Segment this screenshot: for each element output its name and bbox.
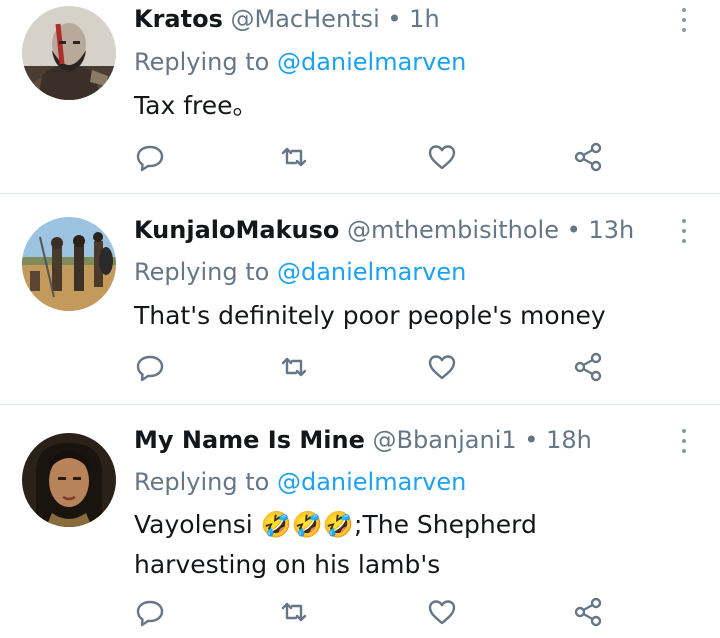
action-bar [0, 349, 720, 389]
mention-link[interactable]: @danielmarven [277, 258, 466, 286]
share-button[interactable] [570, 349, 606, 385]
reply-icon [136, 145, 164, 172]
separator-dot: • [387, 5, 402, 33]
tweet-header: KunjaloMakuso @mthembisithole • 13h [134, 215, 634, 245]
separator-dot: • [566, 216, 581, 244]
timestamp[interactable]: 18h [546, 426, 592, 454]
reply-feed: Kratos @MacHentsi • 1h Replying to @dani… [0, 0, 720, 638]
reply-button[interactable] [132, 349, 168, 385]
share-icon [574, 142, 602, 172]
replying-to-label: Replying to [134, 48, 270, 76]
user-handle[interactable]: @mthembisithole [347, 216, 559, 244]
mention-link[interactable]: @danielmarven [277, 468, 466, 496]
more-options-icon[interactable] [672, 217, 696, 247]
replying-to-line: Replying to @danielmarven [134, 47, 466, 77]
avatar-warriors-image [22, 217, 116, 311]
share-icon [574, 597, 602, 627]
replying-to-line: Replying to @danielmarven [134, 467, 466, 497]
share-button[interactable] [570, 139, 606, 175]
tweet-3[interactable]: My Name Is Mine @Bbanjani1 • 18h Replyin… [0, 405, 720, 638]
like-icon [428, 355, 456, 380]
retweet-icon [281, 602, 307, 622]
avatar-woman-image [22, 433, 116, 527]
mention-link[interactable]: @danielmarven [277, 48, 466, 76]
avatar[interactable] [22, 433, 116, 527]
retweet-icon [281, 147, 307, 167]
retweet-button[interactable] [276, 594, 312, 630]
tweet-text: Tax free。 [134, 86, 258, 126]
user-handle[interactable]: @MacHentsi [231, 5, 380, 33]
tweet-text: Vayolensi 🤣🤣🤣;The Shepherd harvesting on… [134, 505, 537, 585]
display-name[interactable]: Kratos [134, 5, 223, 33]
display-name[interactable]: KunjaloMakuso [134, 216, 339, 244]
reply-button[interactable] [132, 139, 168, 175]
tweet-header: Kratos @MacHentsi • 1h [134, 4, 440, 34]
retweet-button[interactable] [276, 349, 312, 385]
tweet-text-line: That's definitely poor people's money [134, 301, 606, 330]
retweet-button[interactable] [276, 139, 312, 175]
like-icon [428, 600, 456, 625]
like-icon [428, 145, 456, 170]
avatar-kratos-image [22, 6, 116, 100]
tweet-header: My Name Is Mine @Bbanjani1 • 18h [134, 425, 592, 455]
tweet-text-line: Tax free。 [134, 91, 258, 120]
display-name[interactable]: My Name Is Mine [134, 426, 365, 454]
share-icon [574, 352, 602, 382]
more-options-icon[interactable] [672, 6, 696, 36]
reply-icon [136, 600, 164, 627]
timestamp[interactable]: 1h [409, 5, 439, 33]
more-options-icon[interactable] [672, 427, 696, 457]
avatar[interactable] [22, 6, 116, 100]
avatar[interactable] [22, 217, 116, 311]
tweet-text: That's definitely poor people's money [134, 296, 606, 336]
user-handle[interactable]: @Bbanjani1 [373, 426, 517, 454]
separator-dot: • [524, 426, 539, 454]
action-bar [0, 594, 720, 634]
replying-to-label: Replying to [134, 258, 270, 286]
replying-to-line: Replying to @danielmarven [134, 257, 466, 287]
tweet-2[interactable]: KunjaloMakuso @mthembisithole • 13h Repl… [0, 194, 720, 404]
tweet-text-line: Vayolensi 🤣🤣🤣;The Shepherd [134, 510, 537, 539]
like-button[interactable] [424, 139, 460, 175]
tweet-text-line: harvesting on his lamb's [134, 550, 441, 579]
tweet-1[interactable]: Kratos @MacHentsi • 1h Replying to @dani… [0, 0, 720, 193]
timestamp[interactable]: 13h [588, 216, 634, 244]
like-button[interactable] [424, 349, 460, 385]
replying-to-label: Replying to [134, 468, 270, 496]
retweet-icon [281, 357, 307, 377]
action-bar [0, 139, 720, 179]
reply-button[interactable] [132, 594, 168, 630]
reply-icon [136, 355, 164, 382]
share-button[interactable] [570, 594, 606, 630]
like-button[interactable] [424, 594, 460, 630]
